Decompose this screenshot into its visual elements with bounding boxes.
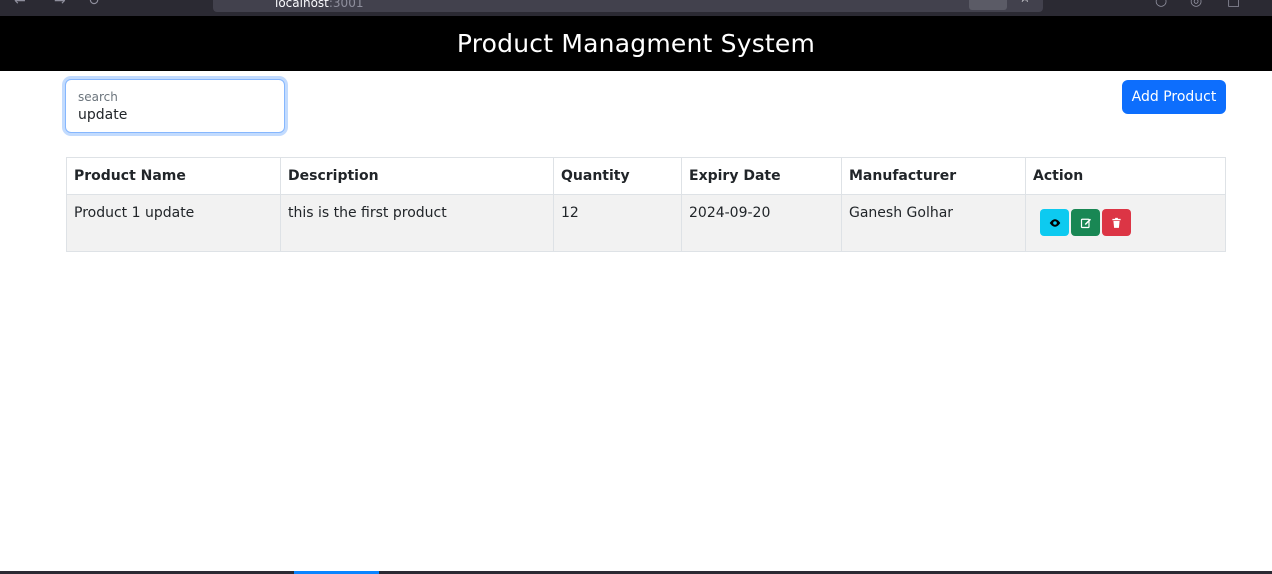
trash-icon <box>1112 217 1121 228</box>
add-product-button[interactable]: Add Product <box>1122 80 1226 114</box>
cell-expiry-date: 2024-09-20 <box>681 194 842 252</box>
search-input[interactable] <box>66 102 284 128</box>
action-buttons <box>1033 205 1218 236</box>
edit-icon <box>1080 218 1091 228</box>
zoom-badge[interactable] <box>969 0 1007 10</box>
account-icon[interactable]: ◎ <box>1190 0 1202 9</box>
page-title: Product Managment System <box>456 29 816 58</box>
products-table: Product Name Description Quantity Expiry… <box>66 157 1226 252</box>
extension-icon[interactable]: ○ <box>1155 0 1167 9</box>
column-header: Action <box>1025 157 1226 195</box>
app-header: Product Managment System <box>0 16 1272 71</box>
cell-manufacturer: Ganesh Golhar <box>841 194 1026 252</box>
address-bar[interactable]: localhost:3001 ☆ <box>213 0 1043 12</box>
search-field[interactable]: search <box>65 79 285 133</box>
delete-button[interactable] <box>1102 209 1131 236</box>
eye-icon <box>1049 218 1060 227</box>
reload-icon[interactable]: ↻ <box>88 0 100 9</box>
bookmark-star-icon[interactable]: ☆ <box>1019 0 1031 6</box>
url-text: localhost:3001 <box>275 0 364 10</box>
column-header: Description <box>280 157 554 195</box>
column-header: Expiry Date <box>681 157 842 195</box>
edit-button[interactable] <box>1071 209 1100 236</box>
cell-description: this is the first product <box>280 194 554 252</box>
menu-icon[interactable]: □ <box>1227 0 1240 9</box>
column-header: Manufacturer <box>841 157 1026 195</box>
table-row: Product 1 update this is the first produ… <box>66 194 1226 252</box>
table-header-row: Product Name Description Quantity Expiry… <box>66 157 1226 195</box>
cell-product-name: Product 1 update <box>66 194 281 252</box>
column-header: Product Name <box>66 157 281 195</box>
view-button[interactable] <box>1040 209 1069 236</box>
cell-quantity: 12 <box>553 194 682 252</box>
column-header: Quantity <box>553 157 682 195</box>
forward-icon[interactable]: → <box>54 0 66 9</box>
browser-toolbar: ← → ↻ localhost:3001 ☆ ○ ◎ □ <box>0 0 1272 16</box>
back-icon[interactable]: ← <box>14 0 26 9</box>
cell-actions <box>1025 194 1226 252</box>
